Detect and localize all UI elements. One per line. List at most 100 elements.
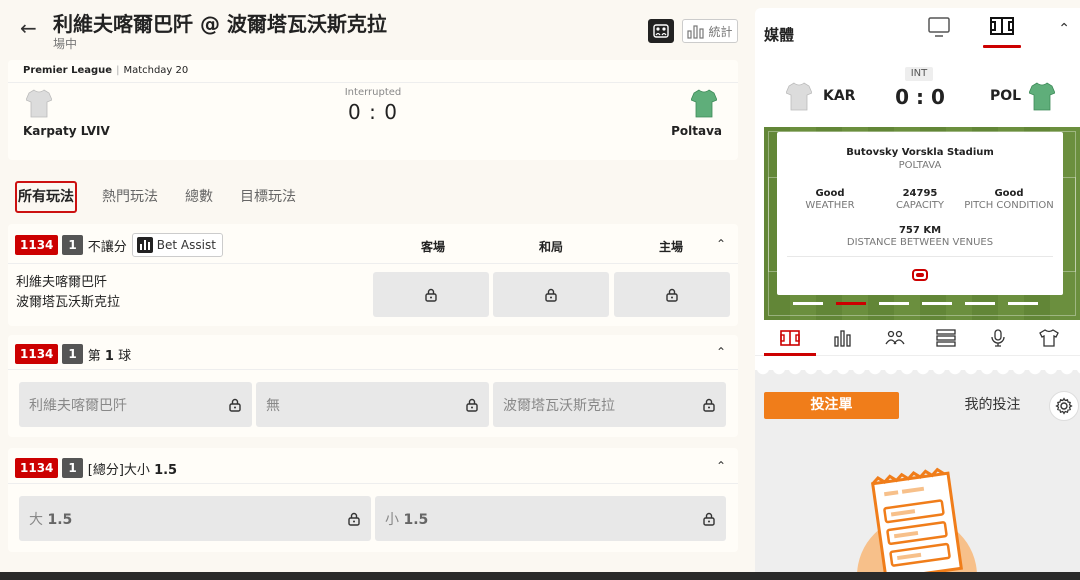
list-icon[interactable] [936,329,956,347]
carousel-dot[interactable] [1008,302,1038,305]
lock-icon [545,288,557,302]
option-label: 利維夫喀爾巴阡 [29,397,127,414]
bet-assist-label: Bet Assist [156,238,216,252]
market-code-badge: 1134 [15,344,59,364]
bar-chart-icon[interactable] [833,329,853,347]
bet-assist-icon [136,237,153,253]
match-title: 利維夫喀爾巴阡 @ 波爾塔瓦沃斯克拉 [53,12,387,36]
pitch-condition-stat: Good PITCH CONDITION [964,188,1054,211]
market-moneyline: 1134 1 不讓分 Bet Assist 客場 和局 主場 ⌃ 利維夫喀爾巴阡… [8,224,738,326]
stadium-icon [912,269,928,281]
matchup-teams: 利維夫喀爾巴阡 波爾塔瓦沃斯克拉 [16,273,120,313]
media-tab-bar [755,320,1080,356]
option-under[interactable]: 小 1.5 [375,496,726,541]
market-code-badge: 1134 [15,235,59,255]
market-header[interactable]: 1134 1 不讓分 Bet Assist [15,233,223,257]
matchup-team-2: 波爾塔瓦沃斯克拉 [16,295,121,310]
pitch-visual: Butovsky Vorskla Stadium POLTAVA Good WE… [764,127,1080,320]
market-header[interactable]: 1134 1 [總分]大小 1.5 [15,457,177,479]
score: 0 : 0 [348,100,398,124]
market-title: 不讓分 [87,239,127,255]
empty-betslip-illustration [857,467,977,572]
carousel-dot[interactable] [922,302,952,305]
collapse-icon[interactable]: ⌃ [716,459,726,473]
lock-icon [229,398,241,412]
betslip-tab[interactable]: 投注單 [764,392,899,419]
venue-info-card: Butovsky Vorskla Stadium POLTAVA Good WE… [777,132,1063,295]
pitch-icon[interactable] [780,329,800,347]
bet-assist-button[interactable]: Bet Assist [131,233,223,257]
back-arrow-icon[interactable]: ← [20,18,40,38]
media-title: 媒體 [764,26,795,44]
option-label: 波爾塔瓦沃斯克拉 [503,397,615,414]
match-status-text: 場中 [53,37,78,51]
shirt-icon[interactable] [1039,329,1059,347]
market-code-badge: 1134 [15,458,59,478]
option-no-goal[interactable]: 無 [256,382,489,427]
match-status: Interrupted [344,87,402,98]
away-abbr: POL [990,88,1022,104]
media-tab-indicator [983,45,1021,48]
lock-icon [666,288,678,302]
lock-icon [466,398,478,412]
home-jersey-icon [786,82,812,111]
column-draw: 和局 [539,240,564,254]
lock-icon [425,288,437,302]
microphone-icon[interactable] [988,329,1008,347]
option-label: 小 1.5 [385,511,429,528]
ticket-edge [755,370,1080,384]
tab-goals[interactable]: 目標玩法 [240,181,309,213]
away-jersey-icon [1029,82,1055,111]
market-num-badge: 1 [62,344,83,364]
settings-gear-button[interactable] [1049,391,1079,421]
pitch-icon[interactable] [990,16,1014,36]
option-home-first-goal[interactable]: 利維夫喀爾巴阡 [19,382,252,427]
tv-icon[interactable] [928,17,950,37]
matchup-team-1: 利維夫喀爾巴阡 [16,275,108,290]
scoreboard: Premier League | Matchday 20 Karpaty LVIV … [8,60,738,160]
option-over[interactable]: 大 1.5 [19,496,371,541]
divider [8,369,738,370]
carousel-dot[interactable] [793,302,823,305]
lineup-icon[interactable] [885,329,905,347]
away-jersey-icon [691,89,717,118]
odds-home-button[interactable] [614,272,730,317]
collapse-icon[interactable]: ⌃ [716,345,726,359]
collapse-icon[interactable]: ⌃ [716,237,726,251]
tab-totals[interactable]: 總數 [185,181,226,213]
divider [787,256,1053,257]
tab-all[interactable]: 所有玩法 [15,181,77,213]
carousel-dot[interactable] [879,302,909,305]
lineup-button[interactable] [648,19,674,43]
gear-icon [1055,397,1073,415]
home-abbr: KAR [823,88,856,104]
market-tabs: 所有玩法 熱門玩法 總數 目標玩法 [15,181,323,215]
collapse-icon[interactable]: ⌃ [1058,21,1070,37]
stats-label: 統計 [708,24,733,39]
divider [8,263,738,264]
bottom-bar [0,572,1080,580]
my-bets-tab[interactable]: 我的投注 [925,392,1060,419]
market-header[interactable]: 1134 1 第 1 球 [15,343,131,365]
odds-draw-button[interactable] [493,272,609,317]
market-first-goal: 1134 1 第 1 球 ⌃ 利維夫喀爾巴阡 無 波爾塔瓦沃斯克拉 [8,335,738,437]
option-away-first-goal[interactable]: 波爾塔瓦沃斯克拉 [493,382,726,427]
carousel-dot-active[interactable] [836,302,866,305]
divider [8,483,738,484]
tab-popular[interactable]: 熱門玩法 [102,181,171,213]
market-title: [總分]大小 1.5 [87,462,178,478]
carousel-dot[interactable] [965,302,995,305]
league-line: Premier League | Matchday 20 [23,65,189,76]
lock-icon [348,512,360,526]
market-num-badge: 1 [62,235,83,255]
distance-stat: 757 KM DISTANCE BETWEEN VENUES [846,225,994,248]
stats-button[interactable]: 統計 [682,19,738,43]
media-panel: 媒體 ⌃ INT KAR 0 : 0 POL Butovsky Vorskla … [755,8,1080,572]
market-title: 第 1 球 [87,348,132,364]
matchday: Matchday 20 [123,65,189,76]
mini-score: 0 : 0 [895,85,945,109]
media-tab-indicator [764,353,816,356]
column-away: 客場 [421,240,446,254]
market-num-badge: 1 [62,458,83,478]
odds-away-button[interactable] [373,272,489,317]
